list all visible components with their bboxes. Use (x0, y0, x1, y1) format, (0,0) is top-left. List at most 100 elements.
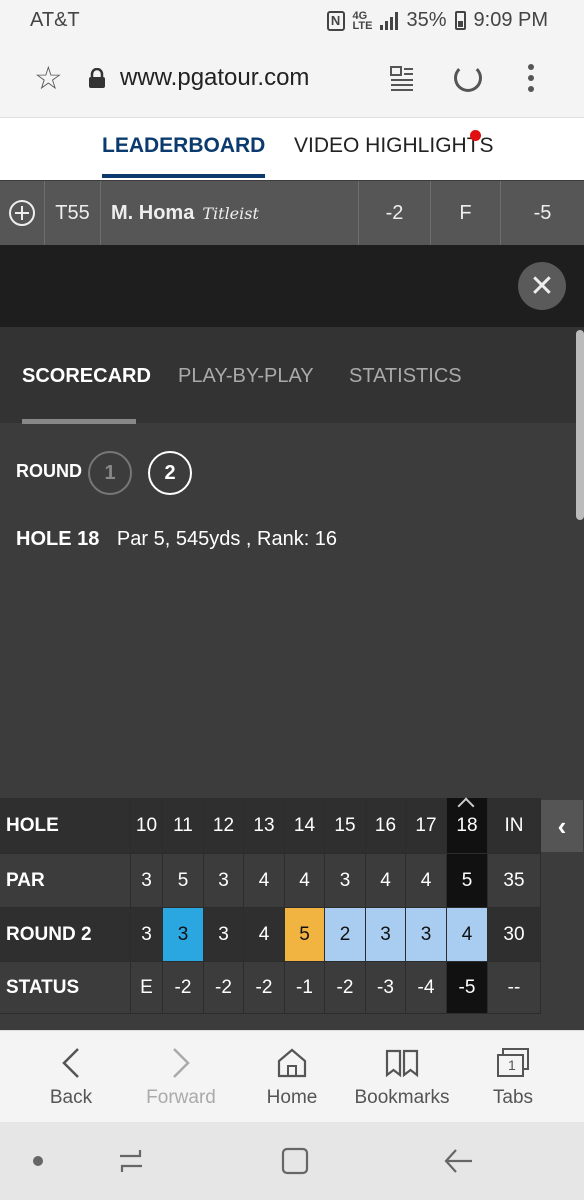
back-button[interactable]: Back (26, 1031, 116, 1123)
carrier-name: AT&T (30, 9, 80, 31)
status-cell: -1 (285, 962, 325, 1014)
hole-info: HOLE 18 Par 5, 545yds , Rank: 16 (16, 528, 337, 551)
browser-bottom-bar: Back Forward Home Bookmarks 1 Tabs (0, 1030, 584, 1122)
round-cell: 4 (244, 908, 285, 962)
hole-number: HOLE 18 (16, 528, 100, 550)
lock-icon (89, 68, 105, 88)
player-row[interactable]: T55 M. Homa Titleist -2 F -5 (0, 181, 584, 245)
more-menu-icon[interactable] (528, 64, 534, 92)
hole-cell: 14 (285, 798, 325, 854)
status-cell: E (131, 962, 163, 1014)
chevron-left-icon: ‹ (557, 810, 567, 841)
bookmarks-button[interactable]: Bookmarks (352, 1031, 452, 1123)
back-label: Back (49, 1087, 93, 1108)
expand-button[interactable] (0, 181, 45, 245)
total-score: -5 (533, 201, 552, 224)
nfc-icon: N (326, 10, 345, 31)
clock: 9:09 PM (473, 9, 548, 31)
par-cell: 5 (163, 854, 204, 908)
hole-cell: 12 (204, 798, 244, 854)
reload-icon[interactable] (454, 64, 482, 92)
par-cell: 4 (285, 854, 325, 908)
collapse-scorecard-button[interactable]: ‹ (541, 800, 583, 852)
status-cell: -5 (447, 962, 488, 1014)
tab-statistics[interactable]: STATISTICS (349, 365, 462, 388)
notification-dot (470, 130, 481, 141)
scorecard-table: HOLE 10 11 12 13 14 15 16 17 18 IN PAR 3 5 3 4 4 3 4 4 5 35 RO… (0, 798, 584, 1014)
tab-count: 1 (508, 1057, 516, 1073)
hole-cell: 16 (366, 798, 406, 854)
tab-scorecard[interactable]: SCORECARD (22, 365, 151, 388)
player-name: M. Homa (111, 201, 195, 224)
android-nav-bar (0, 1122, 584, 1200)
round-row-label: ROUND 2 (0, 908, 131, 962)
status-row-label: STATUS (0, 962, 131, 1014)
status-cell: -2 (204, 962, 244, 1014)
tabs-label: Tabs (492, 1087, 534, 1108)
round-cell: 3 (163, 908, 204, 962)
par-cell: 3 (204, 854, 244, 908)
par-cell: 4 (366, 854, 406, 908)
star-icon[interactable]: ☆ (34, 62, 63, 94)
hole-cell: IN (488, 798, 541, 854)
recent-apps-icon[interactable] (116, 1146, 146, 1176)
address-field[interactable]: www.pgatour.com (120, 64, 309, 92)
player-name-cell[interactable]: M. Homa Titleist (101, 181, 359, 245)
round-cell: 2 (325, 908, 366, 962)
status-cell: -2 (325, 962, 366, 1014)
battery-percent: 35% (406, 9, 447, 31)
home-nav-icon[interactable] (280, 1146, 310, 1176)
player-position: T55 (45, 181, 101, 245)
forward-arrow-icon (171, 1045, 191, 1081)
round-cell: 4 (447, 908, 488, 962)
hole-cell: 15 (325, 798, 366, 854)
par-cell: 4 (244, 854, 285, 908)
par-cell: 5 (447, 854, 488, 908)
tab-leaderboard[interactable]: LEADERBOARD (102, 134, 266, 178)
round-cell: 3 (406, 908, 447, 962)
panel-header (0, 245, 584, 327)
dot-icon[interactable] (32, 1155, 44, 1167)
close-button[interactable]: ✕ (518, 262, 566, 310)
sponsor-logo: Titleist (202, 203, 259, 223)
back-arrow-icon (61, 1045, 81, 1081)
round-label: ROUND (16, 461, 82, 481)
round-cell: 3 (131, 908, 163, 962)
par-row-label: PAR (0, 854, 131, 908)
status-bar: AT&T N 4G LTE 35% 9:09 PM (0, 0, 584, 42)
back-nav-icon[interactable] (442, 1146, 474, 1176)
reader-mode-icon[interactable] (390, 66, 414, 92)
home-button[interactable]: Home (247, 1031, 337, 1123)
round-1-button[interactable]: 1 (88, 451, 132, 495)
hole-row-label: HOLE (0, 798, 131, 854)
home-icon (276, 1045, 308, 1081)
round-cell: 5 (285, 908, 325, 962)
plus-circle-icon (9, 200, 35, 226)
bookmarks-label: Bookmarks (354, 1087, 450, 1108)
status-cell: -2 (244, 962, 285, 1014)
hole-cell: 10 (131, 798, 163, 854)
close-icon: ✕ (529, 269, 555, 303)
forward-button[interactable]: Forward (136, 1031, 226, 1123)
par-cell: 3 (325, 854, 366, 908)
status-cell: -3 (366, 962, 406, 1014)
lte-icon: 4G LTE (352, 9, 373, 32)
panel-tabs: SCORECARD PLAY-BY-PLAY STATISTICS (0, 327, 584, 423)
tabs-button[interactable]: 1 Tabs (468, 1031, 558, 1123)
tab-play-by-play[interactable]: PLAY-BY-PLAY (178, 365, 314, 388)
status-cell: -2 (163, 962, 204, 1014)
status-cell: -4 (406, 962, 447, 1014)
url-bar: ☆ www.pgatour.com (0, 42, 584, 118)
tab-video-highlights[interactable]: VIDEO HIGHLIGHTS (294, 134, 494, 158)
today-score: -2 (359, 181, 431, 245)
scorecard-footer (0, 1014, 584, 1030)
par-cell: 4 (406, 854, 447, 908)
thru-status: F (431, 181, 501, 245)
scrollbar[interactable] (576, 330, 584, 520)
hole-cell: 11 (163, 798, 204, 854)
round-2-button[interactable]: 2 (148, 451, 192, 495)
round-cell: 30 (488, 908, 541, 962)
hole-cell: 13 (244, 798, 285, 854)
par-cell: 3 (131, 854, 163, 908)
round-cell: 3 (366, 908, 406, 962)
